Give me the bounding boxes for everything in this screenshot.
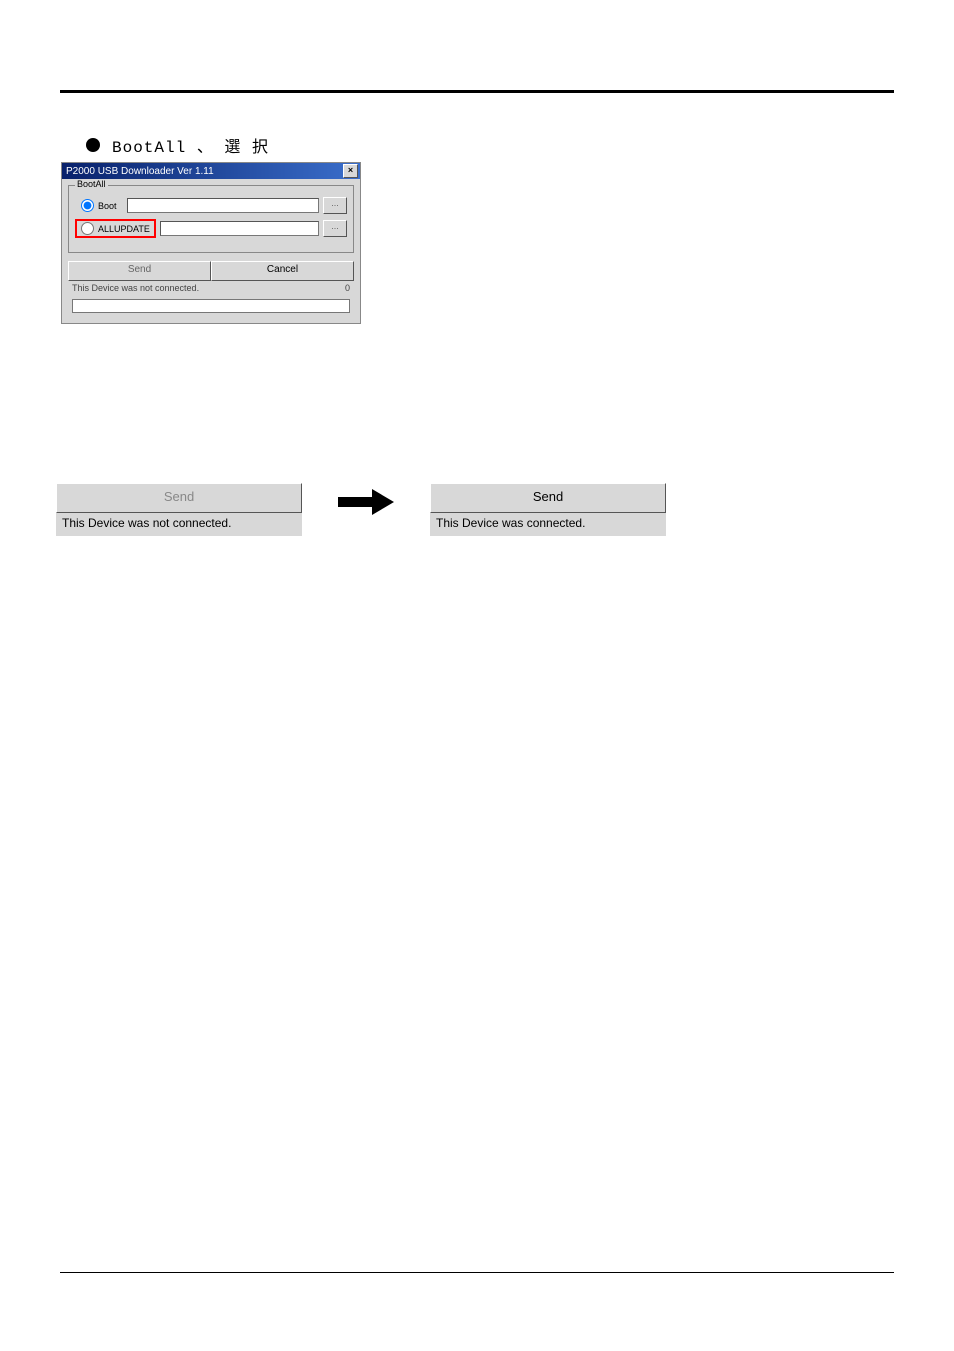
arrow-icon xyxy=(338,489,394,515)
dialog-count: 0 xyxy=(345,283,350,293)
boot-browse-button[interactable]: ... xyxy=(323,197,347,214)
dialog-body: BootAll Boot ... ALLUPDATE ... xyxy=(62,179,360,323)
radio-allupdate[interactable]: ALLUPDATE xyxy=(75,219,156,238)
section-header: BootAll 、 選 択 xyxy=(86,133,894,157)
radio-allupdate-input[interactable] xyxy=(81,222,94,235)
radio-allupdate-label: ALLUPDATE xyxy=(98,224,150,234)
top-rule xyxy=(60,90,894,93)
dialog-button-row: Send Cancel xyxy=(68,261,354,281)
allupdate-row: ALLUPDATE ... xyxy=(75,219,347,238)
boot-path-input[interactable] xyxy=(127,198,319,213)
group-label: BootAll xyxy=(75,179,108,189)
send-button[interactable]: Send xyxy=(68,261,211,281)
send-panels: Send This Device was not connected. Send… xyxy=(56,483,894,536)
bootall-group: BootAll Boot ... ALLUPDATE ... xyxy=(68,185,354,253)
dialog-title: P2000 USB Downloader Ver 1.11 xyxy=(66,166,214,177)
bullet-icon xyxy=(86,138,100,152)
panel-after: Send This Device was connected. xyxy=(430,483,666,536)
bottom-rule xyxy=(60,1272,894,1273)
close-icon[interactable]: × xyxy=(343,164,358,178)
dialog-titlebar: P2000 USB Downloader Ver 1.11 × xyxy=(62,163,360,179)
downloader-dialog: P2000 USB Downloader Ver 1.11 × BootAll … xyxy=(62,163,360,323)
radio-boot-input[interactable] xyxy=(81,199,94,212)
allupdate-browse-button[interactable]: ... xyxy=(323,220,347,237)
after-status: This Device was connected. xyxy=(430,513,608,536)
boot-row: Boot ... xyxy=(75,196,347,215)
progress-bar xyxy=(72,299,350,313)
dialog-status-row: This Device was not connected. 0 xyxy=(68,281,354,295)
radio-boot[interactable]: Boot xyxy=(75,196,123,215)
after-send-button[interactable]: Send xyxy=(430,483,666,513)
before-status: This Device was not connected. xyxy=(56,513,302,536)
radio-boot-label: Boot xyxy=(98,201,117,211)
cancel-button[interactable]: Cancel xyxy=(211,261,354,281)
panel-before: Send This Device was not connected. xyxy=(56,483,302,536)
allupdate-path-input[interactable] xyxy=(160,221,319,236)
section-header-text: BootAll 、 選 択 xyxy=(112,133,269,157)
before-send-button[interactable]: Send xyxy=(56,483,302,513)
dialog-status-text: This Device was not connected. xyxy=(72,283,199,293)
